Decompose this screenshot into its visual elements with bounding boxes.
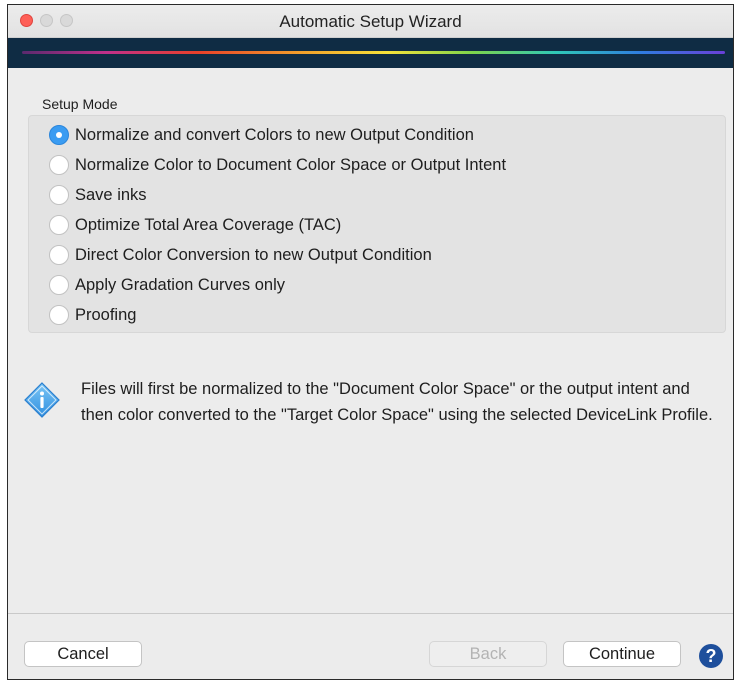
help-icon[interactable]: ? — [698, 643, 724, 669]
option-label: Optimize Total Area Coverage (TAC) — [75, 215, 342, 234]
option-proofing[interactable]: Proofing — [49, 302, 136, 328]
option-label: Proofing — [75, 305, 137, 324]
radio-button[interactable] — [49, 215, 69, 235]
radio-button[interactable] — [49, 305, 69, 325]
header-banner — [8, 38, 733, 68]
cancel-button[interactable]: Cancel — [24, 641, 142, 667]
wizard-window: Automatic Setup Wizard Setup Mode Normal… — [7, 4, 734, 680]
option-direct-conversion[interactable]: Direct Color Conversion to new Output Co… — [49, 242, 432, 268]
option-save-inks[interactable]: Save inks — [49, 182, 147, 208]
option-normalize-convert[interactable]: Normalize and convert Colors to new Outp… — [49, 122, 474, 148]
setup-mode-label: Setup Mode — [42, 96, 118, 112]
setup-mode-group: Normalize and convert Colors to new Outp… — [28, 115, 726, 333]
radio-button[interactable] — [49, 275, 69, 295]
option-optimize-tac[interactable]: Optimize Total Area Coverage (TAC) — [49, 212, 341, 238]
info-message: Files will first be normalized to the "D… — [81, 380, 713, 424]
title-bar[interactable]: Automatic Setup Wizard — [8, 5, 733, 38]
option-label: Apply Gradation Curves only — [75, 275, 286, 294]
rainbow-stripe — [22, 51, 725, 54]
option-label: Normalize Color to Document Color Space … — [75, 155, 507, 174]
option-normalize-document[interactable]: Normalize Color to Document Color Space … — [49, 152, 506, 178]
continue-button[interactable]: Continue — [563, 641, 681, 667]
footer-divider — [8, 613, 733, 614]
info-diamond-icon — [24, 382, 60, 418]
option-label: Direct Color Conversion to new Output Co… — [75, 245, 432, 264]
option-label: Save inks — [75, 185, 147, 204]
option-label: Normalize and convert Colors to new Outp… — [75, 125, 474, 144]
window-title: Automatic Setup Wizard — [279, 12, 462, 31]
svg-text:?: ? — [706, 646, 717, 666]
back-button[interactable]: Back — [429, 641, 547, 667]
radio-button-selected[interactable] — [49, 125, 69, 145]
option-gradation-curves[interactable]: Apply Gradation Curves only — [49, 272, 285, 298]
radio-button[interactable] — [49, 155, 69, 175]
radio-button[interactable] — [49, 245, 69, 265]
radio-button[interactable] — [49, 185, 69, 205]
